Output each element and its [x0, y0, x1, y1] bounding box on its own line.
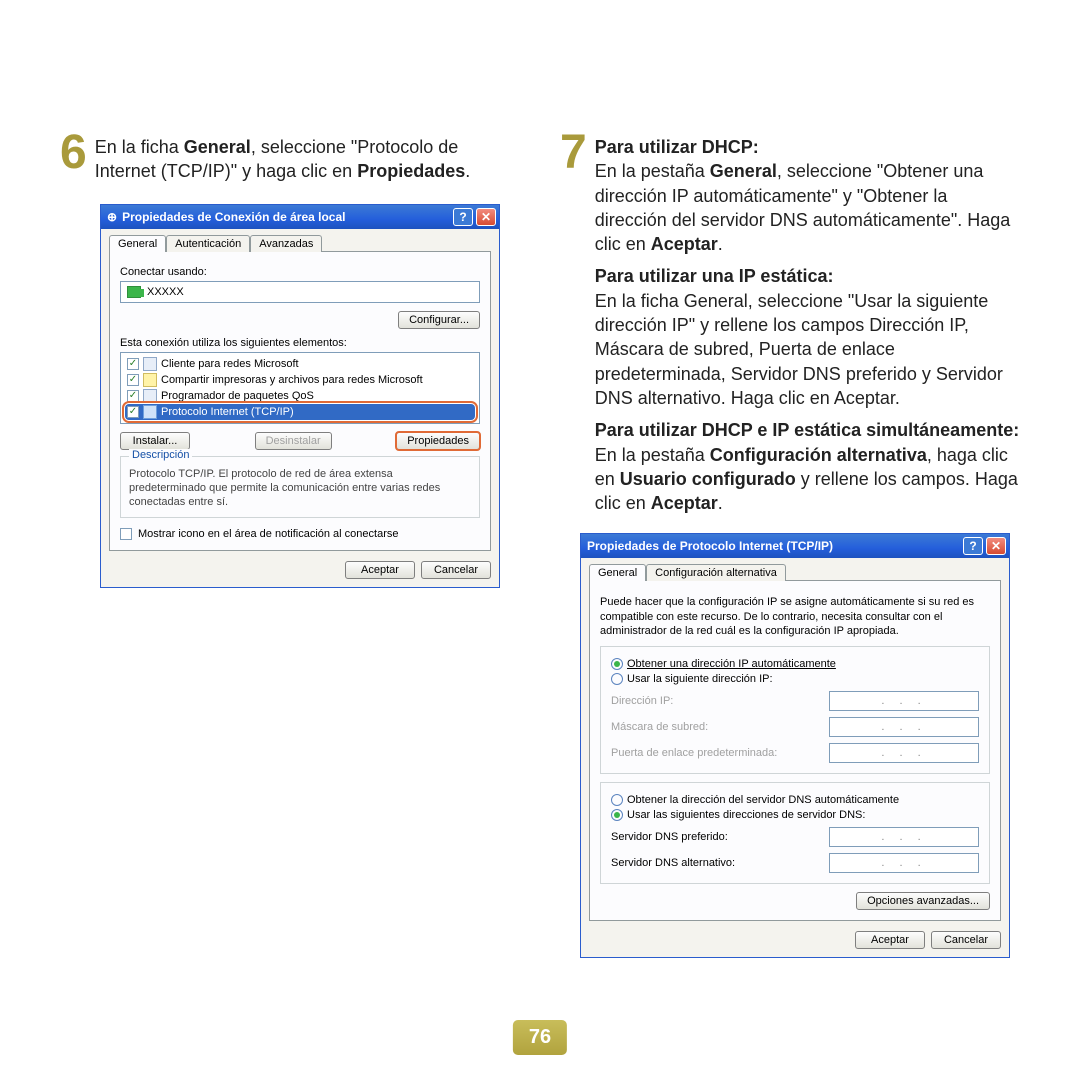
window-titlebar[interactable]: ⊕ Propiedades de Conexión de área local …: [101, 205, 499, 229]
tab-general[interactable]: General: [589, 564, 646, 581]
step-6: 6 En la ficha General, seleccione "Proto…: [60, 135, 520, 184]
radio-static-ip[interactable]: Usar la siguiente dirección IP:: [611, 673, 979, 685]
dns1-row: Servidor DNS preferido:. . .: [611, 827, 979, 847]
radio-icon: [611, 673, 623, 685]
radio-icon: [611, 794, 623, 806]
cancel-button[interactable]: Cancelar: [421, 561, 491, 579]
step-7-text: Para utilizar DHCP: En la pestaña Genera…: [595, 135, 1020, 515]
tab-bar: General Autenticación Avanzadas: [109, 235, 491, 252]
radio-auto-dns[interactable]: Obtener la dirección del servidor DNS au…: [611, 794, 979, 806]
dns2-input[interactable]: . . .: [829, 853, 979, 873]
show-icon-label: Mostrar icono en el área de notificación…: [138, 528, 398, 540]
ip-input[interactable]: . . .: [829, 691, 979, 711]
configure-button[interactable]: Configurar...: [398, 311, 480, 329]
radio-static-dns[interactable]: Usar las siguientes direcciones de servi…: [611, 809, 979, 821]
dns2-row: Servidor DNS alternativo:. . .: [611, 853, 979, 873]
list-item[interactable]: ✓Cliente para redes Microsoft: [125, 356, 475, 372]
close-button[interactable]: ✕: [986, 537, 1006, 555]
tab-advanced[interactable]: Avanzadas: [250, 235, 322, 252]
description-group: Descripción Protocolo TCP/IP. El protoco…: [120, 456, 480, 519]
help-button[interactable]: ?: [963, 537, 983, 555]
uses-items-label: Esta conexión utiliza los siguientes ele…: [120, 337, 480, 349]
install-button[interactable]: Instalar...: [120, 432, 190, 450]
nic-icon: [127, 286, 141, 298]
dns-config-group: Obtener la dirección del servidor DNS au…: [600, 782, 990, 884]
nic-name: XXXXX: [147, 286, 184, 298]
description-legend: Descripción: [129, 449, 192, 461]
list-item-tcpip[interactable]: ✓Protocolo Internet (TCP/IP): [125, 404, 475, 420]
nic-field[interactable]: XXXXX: [120, 281, 480, 303]
client-icon: [143, 357, 157, 371]
radio-icon: [611, 809, 623, 821]
gateway-row: Puerta de enlace predeterminada:. . .: [611, 743, 979, 763]
radio-auto-ip[interactable]: Obtener una dirección IP automáticamente: [611, 658, 979, 670]
help-button[interactable]: ?: [453, 208, 473, 226]
list-item[interactable]: ✓Compartir impresoras y archivos para re…: [125, 372, 475, 388]
checkbox[interactable]: ✓: [127, 406, 139, 418]
show-icon-row[interactable]: Mostrar icono en el área de notificación…: [120, 528, 480, 540]
tab-alternate-config[interactable]: Configuración alternativa: [646, 564, 786, 581]
window-title: Propiedades de Protocolo Internet (TCP/I…: [587, 539, 960, 553]
network-icon: ⊕: [107, 210, 117, 224]
mask-input[interactable]: . . .: [829, 717, 979, 737]
close-button[interactable]: ✕: [476, 208, 496, 226]
checkbox[interactable]: ✓: [127, 390, 139, 402]
ip-address-row: Dirección IP:. . .: [611, 691, 979, 711]
intro-text: Puede hacer que la configuración IP se a…: [600, 595, 990, 638]
step-7-number: 7: [560, 131, 587, 515]
checkbox[interactable]: ✓: [127, 358, 139, 370]
list-item[interactable]: ✓Programador de paquetes QoS: [125, 388, 475, 404]
description-text: Protocolo TCP/IP. El protocolo de red de…: [129, 467, 471, 510]
properties-button[interactable]: Propiedades: [396, 432, 480, 450]
share-icon: [143, 373, 157, 387]
tab-bar: General Configuración alternativa: [589, 564, 1001, 581]
step-6-text: En la ficha General, seleccione "Protoco…: [95, 135, 520, 184]
show-icon-checkbox[interactable]: [120, 528, 132, 540]
advanced-button[interactable]: Opciones avanzadas...: [856, 892, 990, 910]
cancel-button[interactable]: Cancelar: [931, 931, 1001, 949]
connect-using-label: Conectar usando:: [120, 266, 480, 278]
window-titlebar[interactable]: Propiedades de Protocolo Internet (TCP/I…: [581, 534, 1009, 558]
tab-authentication[interactable]: Autenticación: [166, 235, 250, 252]
dns1-input[interactable]: . . .: [829, 827, 979, 847]
radio-icon: [611, 658, 623, 670]
ip-config-group: Obtener una dirección IP automáticamente…: [600, 646, 990, 774]
tcpip-icon: [143, 405, 157, 419]
uninstall-button[interactable]: Desinstalar: [255, 432, 332, 450]
gateway-input[interactable]: . . .: [829, 743, 979, 763]
step-7: 7 Para utilizar DHCP: En la pestaña Gene…: [560, 135, 1020, 515]
tcpip-properties-window: Propiedades de Protocolo Internet (TCP/I…: [580, 533, 1010, 958]
lan-properties-window: ⊕ Propiedades de Conexión de área local …: [100, 204, 500, 589]
components-listbox[interactable]: ✓Cliente para redes Microsoft ✓Compartir…: [120, 352, 480, 424]
page-number: 76: [513, 1020, 567, 1055]
step-6-number: 6: [60, 131, 87, 184]
qos-icon: [143, 389, 157, 403]
tab-general[interactable]: General: [109, 235, 166, 252]
subnet-mask-row: Máscara de subred:. . .: [611, 717, 979, 737]
ok-button[interactable]: Aceptar: [855, 931, 925, 949]
ok-button[interactable]: Aceptar: [345, 561, 415, 579]
checkbox[interactable]: ✓: [127, 374, 139, 386]
window-title: Propiedades de Conexión de área local: [122, 210, 450, 224]
